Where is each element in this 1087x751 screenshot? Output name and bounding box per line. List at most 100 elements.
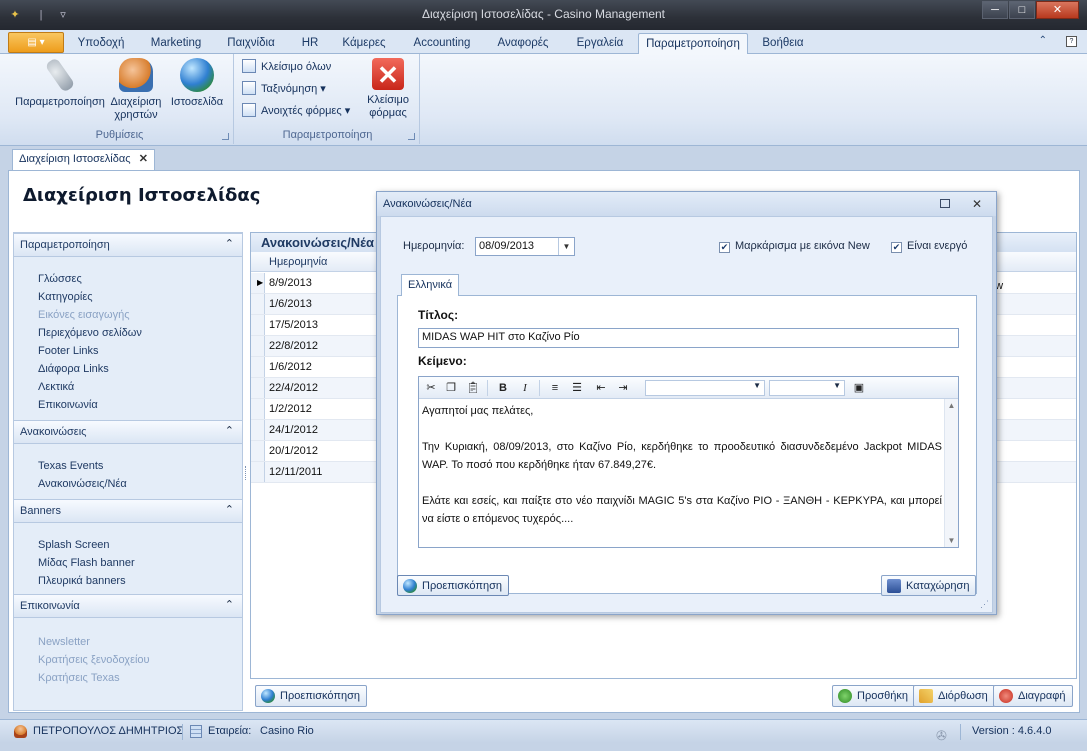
collapse-chevron-icon[interactable]: ⌃	[225, 594, 234, 616]
tab-reports[interactable]: Αναφορές	[490, 33, 556, 54]
nav-item[interactable]: Texas Events	[38, 457, 103, 475]
close-tab-icon[interactable]: ✕	[139, 150, 148, 169]
close-form-button[interactable]: ✕ Κλείσιμο φόρμας	[360, 58, 416, 120]
ribbon-group-settings: Παραμετροποίηση Διαχείριση χρηστών Ιστοσ…	[6, 54, 234, 144]
nav-item[interactable]: Λεκτικά	[38, 378, 74, 396]
nav-item[interactable]: Εικόνες εισαγωγής	[38, 306, 130, 324]
parametropoiisi-button[interactable]: Παραμετροποίηση	[12, 57, 108, 109]
tab-games[interactable]: Παιχνίδια	[218, 33, 284, 54]
add-button[interactable]: Προσθήκη	[832, 685, 915, 707]
editor-scrollbar[interactable]: ▲ ▼	[944, 399, 958, 547]
nav-section-header[interactable]: Ανακοινώσεις	[14, 420, 242, 444]
nav-item[interactable]: Κατηγορίες	[38, 288, 93, 306]
news-dialog: Ανακοινώσεις/Νέα ✕ Ημερομηνία: 08/09/201…	[376, 191, 997, 615]
editor-content[interactable]: Αγαπητοί μας πελάτες, Την Κυριακή, 08/09…	[422, 402, 942, 544]
dialog-preview-button[interactable]: Προεπισκόπηση	[397, 575, 509, 596]
dialog-close-icon[interactable]: ✕	[972, 192, 982, 216]
date-field[interactable]: 08/09/2013 ▼	[475, 237, 575, 256]
nav-section-header[interactable]: Banners	[14, 499, 242, 523]
nav-item[interactable]: Περιεχόμενο σελίδων	[38, 324, 142, 342]
font-family-select[interactable]: ▼	[645, 380, 765, 396]
nav-item[interactable]: Κρατήσεις Texas	[38, 669, 120, 687]
save-button[interactable]: Καταχώρηση	[881, 575, 977, 596]
doc-tab-website[interactable]: Διαχείριση Ιστοσελίδας ✕	[12, 149, 155, 170]
row-header[interactable]	[251, 420, 265, 440]
preview-button[interactable]: Προεπισκόπηση	[255, 685, 367, 707]
nav-item[interactable]: Splash Screen	[38, 536, 110, 554]
row-header[interactable]	[251, 357, 265, 377]
row-header[interactable]	[251, 399, 265, 419]
toolbar-separator	[539, 380, 540, 396]
mark-new-checkbox[interactable]: ✔	[719, 242, 730, 253]
numbered-list-icon[interactable]: ≡	[547, 380, 563, 396]
title-input[interactable]: MIDAS WAP HIT στο Καζίνο Ρίο	[418, 328, 959, 348]
page-title: Διαχείριση Ιστοσελίδας	[23, 185, 261, 206]
tab-marketing[interactable]: Marketing	[140, 33, 212, 54]
paste-icon[interactable]: 📋︎	[465, 380, 481, 396]
tab-tools[interactable]: Εργαλεία	[566, 33, 634, 54]
nav-item[interactable]: Μίδας Flash banner	[38, 554, 135, 572]
nav-item[interactable]: Newsletter	[38, 633, 90, 651]
open-forms-button[interactable]: Ανοιχτές φόρμες ▾	[242, 102, 350, 120]
scroll-down-icon[interactable]: ▼	[945, 536, 958, 545]
bold-icon[interactable]: B	[495, 380, 511, 396]
collapse-chevron-icon[interactable]: ⌃	[225, 233, 234, 255]
user-management-button[interactable]: Διαχείριση χρηστών	[108, 58, 164, 122]
close-window-button[interactable]: ✕	[1036, 1, 1079, 19]
nav-item[interactable]: Ανακοινώσεις/Νέα	[38, 475, 127, 493]
splitter-handle[interactable]	[245, 466, 249, 480]
tab-ypodoxi[interactable]: Υποδοχή	[70, 33, 132, 54]
html-view-icon[interactable]: ▣	[851, 380, 867, 396]
row-header[interactable]	[251, 462, 265, 482]
tab-greek[interactable]: Ελληνικά	[401, 274, 459, 296]
globe-icon	[180, 58, 214, 92]
cell-date: 17/5/2013	[269, 319, 318, 331]
delete-button[interactable]: Διαγραφή	[993, 685, 1073, 707]
maximize-button[interactable]: □	[1009, 1, 1035, 19]
tab-cameras[interactable]: Κάμερες	[336, 33, 392, 54]
edit-button[interactable]: Διόρθωση	[913, 685, 995, 707]
nav-panel: Παραμετροποίηση ⌃ Γλώσσες Κατηγορίες Εικόνες…	[13, 232, 243, 711]
calendar-dropdown-icon[interactable]: ▼	[558, 238, 574, 255]
cell-date: 22/8/2012	[269, 340, 318, 352]
close-all-button[interactable]: Κλείσιμο όλων	[242, 58, 331, 76]
nav-item[interactable]: Επικοινωνία	[38, 396, 98, 414]
website-button[interactable]: Ιστοσελίδα	[166, 58, 228, 109]
nav-item[interactable]: Πλευρικά banners	[38, 572, 126, 590]
restore-icon[interactable]	[940, 199, 950, 208]
nav-item[interactable]: Γλώσσες	[38, 270, 82, 288]
group-launcher-icon[interactable]	[408, 133, 415, 140]
row-header[interactable]	[251, 294, 265, 314]
nav-item[interactable]: Footer Links	[38, 342, 99, 360]
row-header[interactable]	[251, 336, 265, 356]
outdent-icon[interactable]: ⇤	[593, 380, 609, 396]
sort-button[interactable]: Ταξινόμηση ▾	[242, 80, 326, 98]
row-header[interactable]	[251, 441, 265, 461]
nav-section-header[interactable]: Επικοινωνία	[14, 594, 242, 618]
help-icon[interactable]: ?	[1066, 36, 1077, 47]
nav-section-header[interactable]: Παραμετροποίηση	[14, 233, 242, 257]
scroll-up-icon[interactable]: ▲	[945, 401, 958, 410]
ribbon-collapse-icon[interactable]: ⌃	[1039, 35, 1047, 46]
copy-icon[interactable]: ❐	[443, 380, 459, 396]
nav-item[interactable]: Κρατήσεις ξενοδοχείου	[38, 651, 150, 669]
collapse-chevron-icon[interactable]: ⌃	[225, 499, 234, 521]
active-checkbox[interactable]: ✔	[891, 242, 902, 253]
tab-accounting[interactable]: Accounting	[406, 33, 478, 54]
italic-icon[interactable]: I	[517, 380, 533, 396]
tab-hr[interactable]: HR	[290, 33, 330, 54]
row-header[interactable]	[251, 378, 265, 398]
tab-help[interactable]: Βοήθεια	[754, 33, 812, 54]
resize-grip-icon[interactable]: ⋰	[980, 599, 989, 610]
row-header[interactable]	[251, 315, 265, 335]
minimize-button[interactable]: ─	[982, 1, 1008, 19]
cut-icon[interactable]: ✂	[423, 380, 439, 396]
application-menu-button[interactable]: ▤ ▾	[8, 32, 64, 53]
collapse-chevron-icon[interactable]: ⌃	[225, 420, 234, 442]
tab-parametropoiisi[interactable]: Παραμετροποίηση	[638, 33, 748, 54]
font-size-select[interactable]: ▼	[769, 380, 845, 396]
indent-icon[interactable]: ⇥	[615, 380, 631, 396]
group-launcher-icon[interactable]	[222, 133, 229, 140]
bullet-list-icon[interactable]: ☰	[569, 380, 585, 396]
nav-item[interactable]: Διάφορα Links	[38, 360, 109, 378]
